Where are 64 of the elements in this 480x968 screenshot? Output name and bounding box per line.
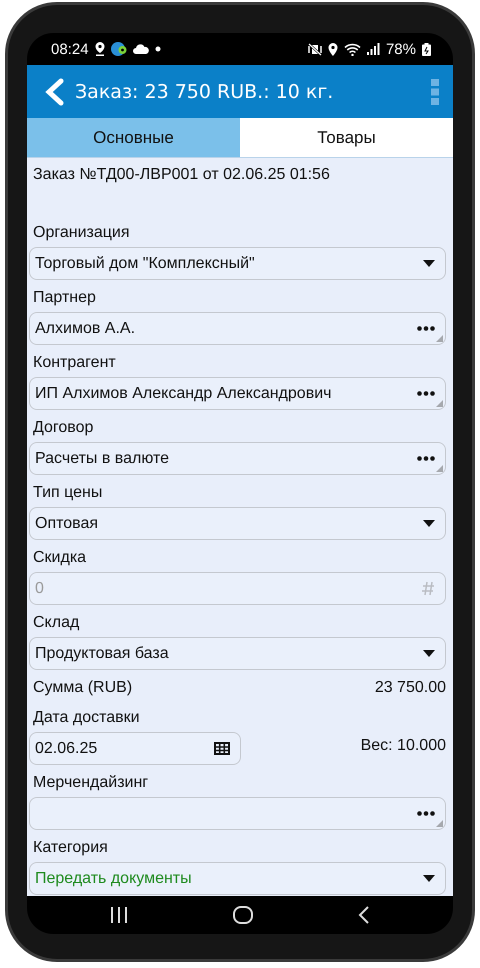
corner-icon xyxy=(436,465,443,472)
corner-icon xyxy=(436,820,443,827)
location-icon xyxy=(328,42,338,56)
dropdown-arrow-icon xyxy=(423,260,435,267)
select-field[interactable]: Расчеты в валюте xyxy=(29,442,446,475)
app-bar-title: Заказ: 23 750 RUB.: 10 кг. xyxy=(75,80,334,102)
field-label: Тип цены xyxy=(32,483,104,503)
sum-value: 23 750.00 xyxy=(374,679,446,697)
field-label: Партнер xyxy=(32,288,97,308)
dropdown-arrow-icon xyxy=(423,875,435,882)
field-value: Оптовая xyxy=(35,514,100,532)
dropdown-field[interactable]: Торговый дом "Комплексный" xyxy=(29,247,446,280)
dropdown-field[interactable]: Оптовая xyxy=(29,507,446,540)
field-value: Продуктовая база xyxy=(35,644,170,662)
corner-icon xyxy=(436,335,443,342)
tab[interactable]: Основные xyxy=(27,118,240,157)
home-icon[interactable] xyxy=(232,906,253,924)
tab[interactable]: Товары xyxy=(240,118,453,157)
date-field[interactable]: 02.06.25 xyxy=(29,732,241,765)
select-field[interactable]: ИП Алхимов Александр Александрович xyxy=(29,377,446,410)
mute-icon xyxy=(308,42,322,56)
app-icon xyxy=(110,41,127,57)
field-label: Мерчендайзинг xyxy=(32,773,150,793)
weight-text: Вес: 10.000 xyxy=(360,736,446,755)
cloud-icon xyxy=(132,44,149,54)
field-value: Передать документы xyxy=(35,870,193,888)
field-label: Дата доставки xyxy=(32,708,141,728)
field-value: 0 xyxy=(35,580,45,598)
order-heading: Заказ №ТД00-ЛВР001 от 02.06.25 01:56 xyxy=(32,165,331,185)
location-icon xyxy=(94,42,105,56)
battery-icon xyxy=(422,42,431,56)
dropdown-arrow-icon xyxy=(423,520,435,527)
field-label: Скидка xyxy=(32,548,88,568)
more-icon xyxy=(417,391,435,396)
field-value: ИП Алхимов Александр Александрович xyxy=(35,384,332,402)
field-value: Алхимов А.А. xyxy=(35,320,136,338)
field-value: Торговый дом "Комплексный" xyxy=(35,254,256,272)
dropdown-arrow-icon xyxy=(423,650,435,657)
more-icon xyxy=(417,811,435,816)
field-value: 02.06.25 xyxy=(35,740,98,758)
dropdown-field[interactable]: Продуктовая база xyxy=(29,637,446,670)
field-label: Организация xyxy=(32,223,130,243)
field-label: Склад xyxy=(32,613,80,633)
select-field[interactable] xyxy=(29,797,446,830)
more-icon xyxy=(417,326,435,331)
calendar-icon xyxy=(214,742,230,755)
back-button[interactable] xyxy=(43,78,65,106)
field-label: Сумма (RUB) xyxy=(33,679,132,697)
field-label: Категория xyxy=(32,838,109,858)
more-icon xyxy=(417,456,435,461)
dropdown-field[interactable]: Передать документы xyxy=(29,862,446,895)
hash-icon xyxy=(422,581,435,596)
back-icon[interactable] xyxy=(358,906,370,924)
field-label: Договор xyxy=(32,418,94,438)
corner-icon xyxy=(436,400,443,407)
recents-icon[interactable] xyxy=(110,907,128,923)
battery-text: 78% xyxy=(386,40,416,58)
select-field[interactable]: Алхимов А.А. xyxy=(29,312,446,345)
field-value: Расчеты в валюте xyxy=(35,450,170,468)
wifi-icon xyxy=(344,42,361,56)
signal-icon xyxy=(366,43,380,55)
dot-icon xyxy=(154,46,161,52)
field-label: Контрагент xyxy=(32,353,117,373)
clock-text: 08:24 xyxy=(51,40,89,58)
